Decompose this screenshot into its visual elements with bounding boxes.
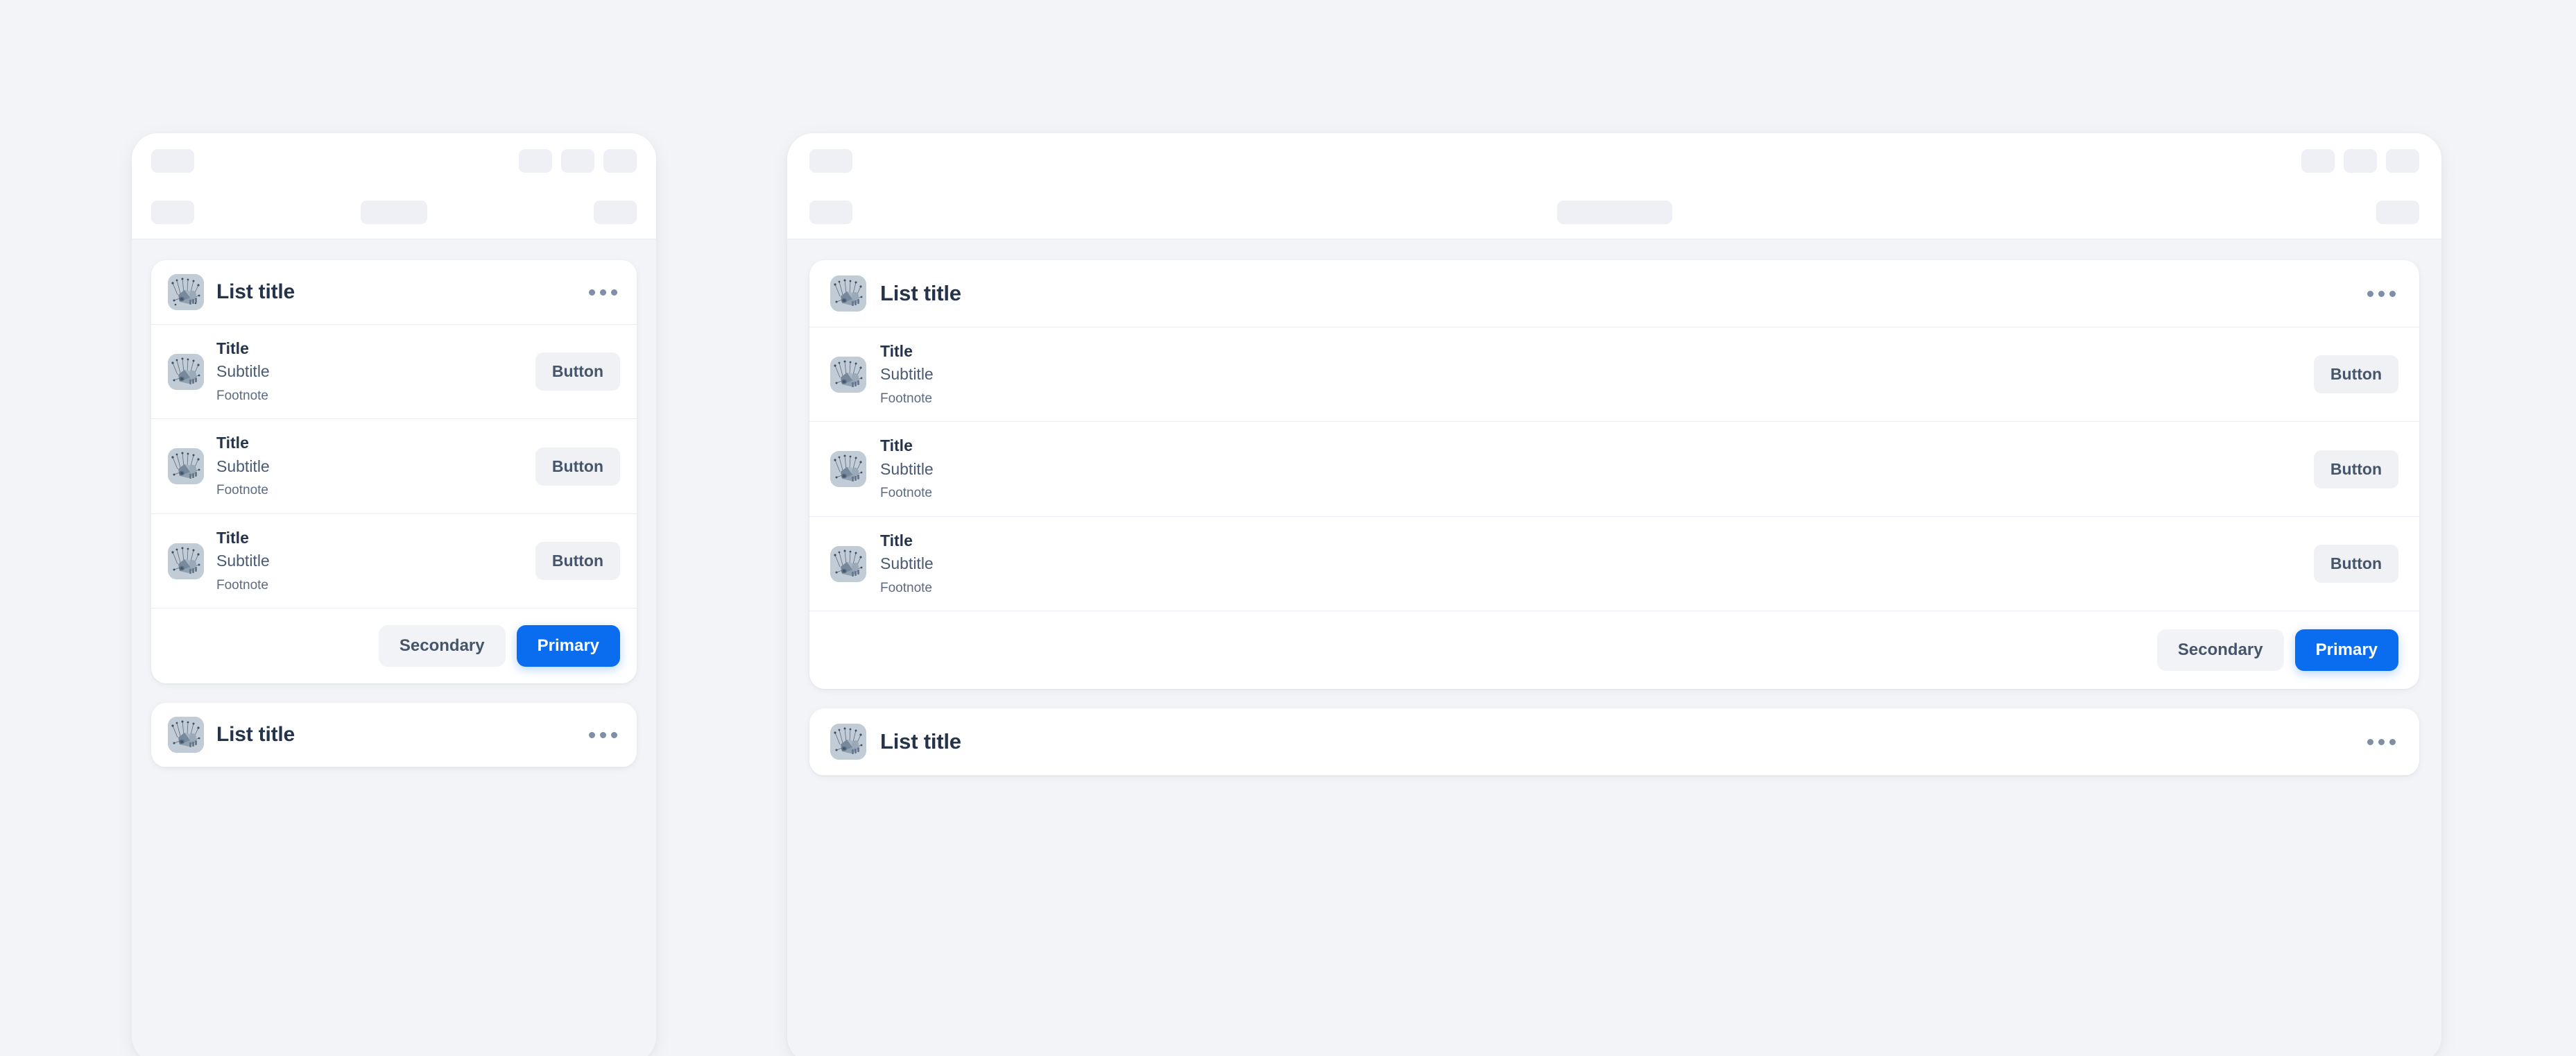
skeleton-placeholder [2376, 201, 2419, 224]
wide-frame-canvas[interactable]: List title Title Subtitle Footnote Butto… [787, 239, 2441, 1056]
skeleton-placeholder [809, 201, 852, 224]
list-card-title: List title [216, 723, 295, 747]
secondary-button[interactable]: Secondary [2156, 629, 2284, 672]
skeleton-placeholder [561, 149, 594, 173]
list-item-footnote: Footnote [880, 486, 932, 501]
list-item-footnote: Footnote [880, 580, 932, 595]
machine-render-thumbnail-icon [830, 275, 866, 312]
machine-render-thumbnail-icon [168, 274, 204, 310]
machine-render-thumbnail-icon [830, 356, 866, 393]
list-item-title: Title [880, 531, 913, 550]
narrow-preview-frame: List title Title Subtitle Footnote Butto… [132, 133, 656, 1056]
list-item[interactable]: Title Subtitle Footnote Button [151, 419, 637, 514]
list-card-header[interactable]: List title [151, 703, 637, 768]
list-item-text: Title Subtitle Footnote [216, 339, 523, 404]
skeleton-placeholder [1556, 201, 1672, 224]
skeleton-placeholder [2386, 149, 2419, 173]
skeleton-placeholder [151, 149, 194, 173]
list-item-subtitle: Subtitle [216, 362, 270, 381]
machine-render-thumbnail-icon [830, 545, 866, 582]
machine-render-thumbnail-icon [168, 448, 204, 485]
list-item-footnote: Footnote [216, 483, 268, 498]
list-card-header[interactable]: List title [809, 708, 2419, 776]
list-card-title: List title [880, 281, 961, 305]
list-item-title: Title [216, 339, 249, 357]
list-item[interactable]: Title Subtitle Footnote Button [809, 517, 2419, 612]
secondary-button[interactable]: Secondary [378, 625, 506, 667]
list-item[interactable]: Title Subtitle Footnote Button [151, 325, 637, 420]
primary-button[interactable]: Primary [2294, 629, 2398, 672]
list-item-text: Title Subtitle Footnote [216, 528, 523, 594]
kebab-menu-icon[interactable] [2364, 733, 2398, 751]
list-item-text: Title Subtitle Footnote [880, 531, 2301, 597]
narrow-chrome-bottom-row [132, 201, 656, 224]
wide-frame-chrome [787, 133, 2441, 239]
list-card-title: List title [216, 280, 295, 303]
skeleton-placeholder [361, 201, 427, 224]
machine-render-thumbnail-icon [830, 451, 866, 488]
list-item[interactable]: Title Subtitle Footnote Button [809, 327, 2419, 423]
skeleton-placeholder [809, 149, 852, 173]
list-card-footer: Secondary Primary [809, 611, 2419, 689]
machine-render-thumbnail-icon [168, 543, 204, 579]
narrow-frame-chrome [132, 133, 656, 239]
list-item-footnote: Footnote [880, 391, 932, 406]
list-item-subtitle: Subtitle [216, 552, 270, 570]
list-item-title: Title [880, 342, 913, 360]
narrow-frame-canvas[interactable]: List title Title Subtitle Footnote Butto… [132, 239, 656, 1056]
wide-chrome-bottom-row [787, 201, 2441, 224]
machine-render-thumbnail-icon [830, 724, 866, 760]
skeleton-placeholder [151, 201, 194, 224]
list-item[interactable]: Title Subtitle Footnote Button [809, 422, 2419, 517]
list-item-action-button[interactable]: Button [535, 352, 620, 391]
kebab-menu-icon[interactable] [2364, 285, 2398, 303]
list-item-subtitle: Subtitle [216, 457, 270, 475]
skeleton-placeholder [2301, 149, 2335, 173]
list-card-header[interactable]: List title [809, 260, 2419, 327]
list-item-subtitle: Subtitle [880, 365, 934, 384]
list-item-action-button[interactable]: Button [2313, 355, 2398, 394]
list-card-footer: Secondary Primary [151, 608, 637, 683]
list-card-title: List title [880, 729, 961, 754]
list-item[interactable]: Title Subtitle Footnote Button [151, 514, 637, 609]
list-item-subtitle: Subtitle [880, 554, 934, 573]
list-card: List title [809, 260, 2419, 690]
list-item-title: Title [216, 434, 249, 452]
skeleton-placeholder [603, 149, 637, 173]
list-item-subtitle: Subtitle [880, 459, 934, 478]
wide-preview-frame: List title Title Subtitle Footnote Butto… [787, 133, 2441, 1056]
kebab-menu-icon[interactable] [586, 726, 620, 744]
skeleton-placeholder [594, 201, 637, 224]
narrow-chrome-top-right-group [519, 149, 637, 173]
wide-chrome-top-right-group [2301, 149, 2419, 173]
list-item-text: Title Subtitle Footnote [216, 433, 523, 499]
list-item-title: Title [216, 528, 249, 547]
machine-render-thumbnail-icon [168, 353, 204, 390]
list-card: List title [151, 703, 637, 768]
skeleton-placeholder [519, 149, 552, 173]
skeleton-placeholder [2344, 149, 2377, 173]
list-item-text: Title Subtitle Footnote [880, 436, 2301, 502]
list-item-action-button[interactable]: Button [535, 447, 620, 486]
list-item-action-button[interactable]: Button [2313, 450, 2398, 488]
list-card: List title [151, 260, 637, 684]
screenshot-stage: List title Title Subtitle Footnote Butto… [0, 0, 2576, 1056]
list-item-footnote: Footnote [216, 388, 268, 403]
list-item-footnote: Footnote [216, 577, 268, 593]
list-item-action-button[interactable]: Button [535, 542, 620, 581]
primary-button[interactable]: Primary [516, 625, 620, 667]
list-item-title: Title [880, 436, 913, 455]
list-item-action-button[interactable]: Button [2313, 545, 2398, 584]
narrow-chrome-top-row [132, 149, 656, 173]
list-item-text: Title Subtitle Footnote [880, 341, 2301, 407]
kebab-menu-icon[interactable] [586, 284, 620, 301]
wide-chrome-top-row [787, 149, 2441, 173]
machine-render-thumbnail-icon [168, 717, 204, 753]
list-card-header[interactable]: List title [151, 260, 637, 325]
list-card: List title [809, 708, 2419, 776]
